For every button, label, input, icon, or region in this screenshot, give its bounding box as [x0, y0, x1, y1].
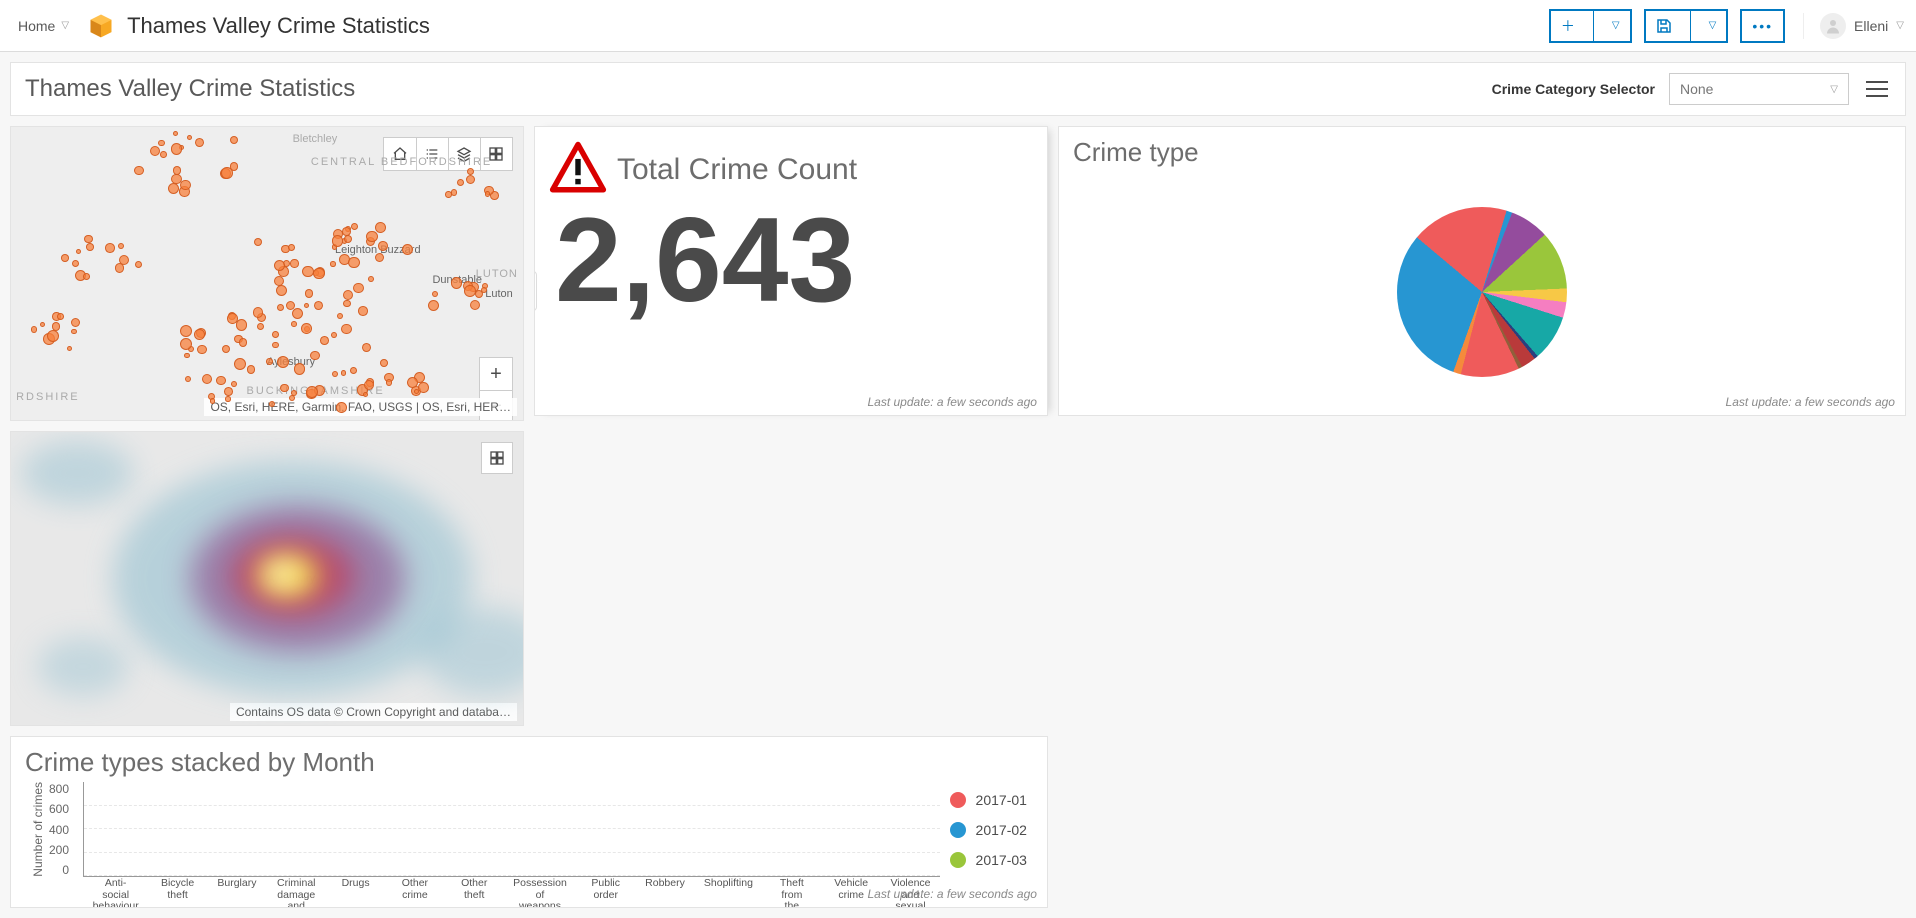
last-update: Last update: a few seconds ago: [867, 395, 1036, 409]
x-axis-label: Possessionofweapons: [513, 878, 567, 908]
dashboard-header: Thames Valley Crime Statistics Crime Cat…: [10, 62, 1906, 116]
x-axis-label: Anti-socialbehaviour: [93, 878, 139, 908]
map-label: Bletchley: [293, 133, 338, 145]
map-attribution: Contains OS data © Crown Copyright and d…: [230, 703, 517, 721]
selector-value: None: [1680, 81, 1713, 97]
x-axis-label: Theftfromtheperson: [771, 878, 812, 908]
plus-icon: ＋: [1551, 11, 1585, 41]
card-title: Crime types stacked by Month: [11, 737, 1047, 778]
x-axis-label: Drugs: [335, 878, 376, 908]
legend-item: 2017-02: [976, 822, 1027, 838]
legend-item: 2017-01: [976, 792, 1027, 808]
zoom-in-button[interactable]: +: [480, 358, 512, 390]
x-axis-label: Bicycletheft: [157, 878, 198, 908]
legend-item: 2017-03: [976, 852, 1027, 868]
x-axis-label: Shoplifting: [704, 878, 753, 908]
stacked-bar-chart[interactable]: Anti-socialbehaviourBicycletheftBurglary…: [83, 782, 940, 877]
last-update: Last update: a few seconds ago: [1726, 395, 1895, 409]
chevron-down-icon: ▽: [1602, 11, 1630, 41]
app-logo-icon: [87, 12, 115, 40]
selector-label: Crime Category Selector: [1492, 81, 1655, 97]
legend-icon[interactable]: [416, 138, 448, 170]
map-label: Aylesbury: [267, 356, 315, 368]
add-button[interactable]: ＋ ▽: [1549, 9, 1632, 43]
card-crime-type-pie: Crime type Last update: a few seconds ag…: [1058, 126, 1906, 416]
crime-category-selector[interactable]: None ▽: [1669, 73, 1849, 105]
basemap-icon[interactable]: [480, 138, 512, 170]
map-label: Luton: [485, 288, 513, 300]
x-axis-label: Vehiclecrime: [831, 878, 872, 908]
total-value: 2,643: [535, 200, 1047, 330]
map-attribution: OS, Esri, HERE, Garmin, FAO, USGS | OS, …: [204, 398, 517, 416]
x-axis-label: Othercrime: [394, 878, 435, 908]
card-title: Crime type: [1059, 127, 1905, 168]
home-label: Home: [18, 18, 55, 34]
crime-points-map[interactable]: + − Aylesbury CENTRAL BEDFORDSHIRE BUCKI…: [10, 126, 524, 421]
save-button[interactable]: ▽: [1644, 9, 1729, 43]
expand-handle[interactable]: ▷: [534, 271, 537, 311]
basemap-icon[interactable]: [481, 442, 513, 474]
chart-legend: 2017-01 2017-02 2017-03: [950, 782, 1037, 877]
page-title: Thames Valley Crime Statistics: [127, 13, 430, 39]
map-label: RDSHIRE: [16, 391, 80, 403]
home-extent-icon[interactable]: [384, 138, 416, 170]
user-menu[interactable]: Elleni ▽: [1803, 13, 1904, 39]
maps-column: + − Aylesbury CENTRAL BEDFORDSHIRE BUCKI…: [10, 126, 524, 726]
menu-button[interactable]: [1863, 75, 1891, 103]
chevron-down-icon: ▽: [1699, 11, 1727, 41]
y-axis-ticks: 8006004002000: [45, 782, 73, 877]
chevron-down-icon: ▽: [1830, 84, 1838, 95]
card-stacked-bar: Crime types stacked by Month Number of c…: [10, 736, 1048, 908]
map-tools: [383, 137, 513, 171]
y-axis-label: Number of crimes: [31, 782, 45, 877]
app-topbar: Home ▽ Thames Valley Crime Statistics ＋ …: [0, 0, 1916, 52]
dashboard-grid: ▷ Total Crime Count 2,643 Last update: a…: [10, 126, 1906, 908]
x-axis-label: Robbery: [645, 878, 686, 908]
total-title: Total Crime Count: [617, 153, 857, 187]
x-axis-label: Criminaldamageandarson: [276, 878, 317, 908]
chevron-down-icon: ▽: [61, 20, 69, 31]
warning-icon: [549, 139, 607, 200]
ellipsis-icon: •••: [1752, 18, 1773, 34]
crime-type-pie-chart[interactable]: [1397, 207, 1567, 377]
last-update: Last update: a few seconds ago: [867, 887, 1036, 901]
map-label: LUTON: [476, 268, 518, 280]
x-axis-label: Burglary: [216, 878, 257, 908]
home-dropdown[interactable]: Home ▽: [12, 14, 75, 38]
save-icon: [1646, 11, 1682, 41]
more-button[interactable]: •••: [1740, 9, 1785, 43]
user-name: Elleni: [1854, 18, 1888, 34]
layers-icon[interactable]: [448, 138, 480, 170]
chevron-down-icon: ▽: [1896, 20, 1904, 31]
card-total-crime: ▷ Total Crime Count 2,643 Last update: a…: [534, 126, 1048, 416]
avatar-icon: [1820, 13, 1846, 39]
x-axis-label: Publicorder: [585, 878, 626, 908]
x-axis-label: Othertheft: [454, 878, 495, 908]
map-tools: [481, 442, 513, 474]
dashboard-title: Thames Valley Crime Statistics: [25, 75, 355, 103]
crime-heatmap[interactable]: Aylesbury Contains OS data © Crown Copyr…: [10, 431, 524, 726]
dashboard: Thames Valley Crime Statistics Crime Cat…: [0, 52, 1916, 918]
